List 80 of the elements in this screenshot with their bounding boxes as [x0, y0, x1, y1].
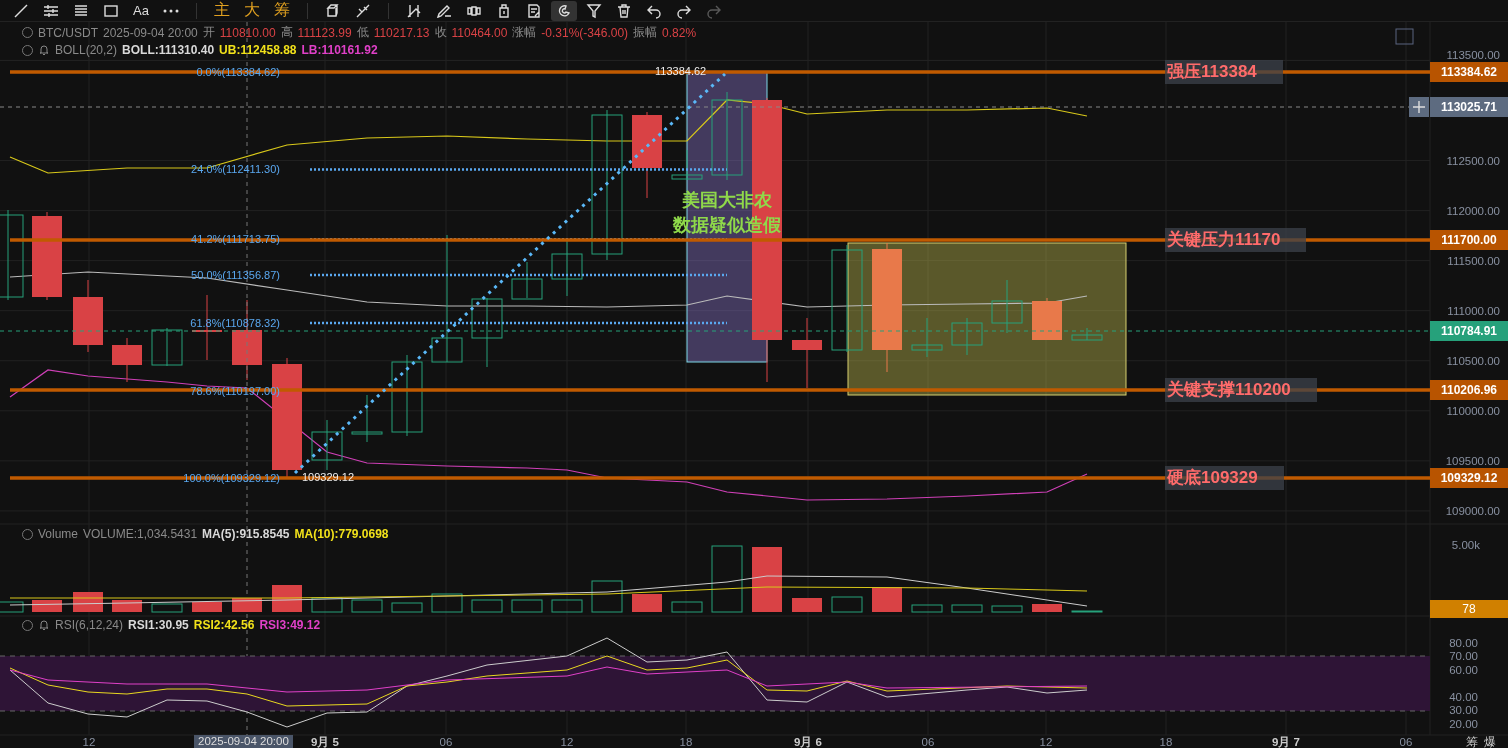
axis-label: 112500.00	[1446, 154, 1500, 167]
price-tag: 110206.96	[1430, 380, 1508, 400]
time-label: 9月 7	[1272, 736, 1300, 748]
price-tag: 113384.62	[1430, 62, 1508, 82]
axis-label: 110500.00	[1446, 354, 1500, 367]
indicator-name: BOLL(20,2)	[55, 43, 118, 57]
indicator-value: VOLUME:1,034.5431	[83, 527, 198, 541]
line-label: 关键压力11170	[1165, 228, 1307, 252]
corner-label[interactable]: 筹	[1466, 734, 1478, 748]
corner-label[interactable]: 爆	[1484, 734, 1496, 748]
axis-label: 60.00	[1449, 664, 1478, 676]
time-label: 12	[1039, 736, 1053, 748]
axis-label: 109000.00	[1445, 504, 1500, 517]
axis-label: 30.00	[1449, 704, 1478, 716]
line-label: 关键支撑110200	[1165, 378, 1317, 402]
ohlc-value: -0.31%(-346.00)	[541, 25, 629, 40]
ohlc-label: 振幅	[633, 24, 658, 41]
time-label: 18	[679, 736, 693, 748]
axis-label: 40.00	[1449, 691, 1478, 703]
fib-level-label: 41.2%(111713.75)	[191, 233, 280, 246]
ohlc-label: 涨幅	[512, 24, 537, 41]
axis-label: 70.00	[1449, 650, 1478, 662]
time-label: 06	[1399, 736, 1413, 748]
ohlc-value: 110217.13	[373, 25, 430, 40]
time-label: 9月 6	[794, 736, 822, 748]
fib-level-label: 0.0%(113384.62)	[196, 66, 280, 78]
toolbar-button[interactable]: 主	[209, 0, 235, 21]
indicator-value: MA(5):915.8545	[202, 527, 290, 541]
fib-high-label: 113384.62	[655, 65, 707, 77]
axis-label: 110000.00	[1446, 404, 1500, 417]
axis-label: 113500.00	[1446, 49, 1500, 62]
axis-label: 20.00	[1449, 718, 1478, 730]
fib-level-label: 100.0%(109329.12)	[183, 471, 280, 484]
indicator-value: MA(10):779.0698	[294, 527, 389, 541]
ohlc-label: 低	[356, 24, 369, 41]
time-label: 12	[560, 736, 574, 748]
volume-tag: 78	[1430, 600, 1508, 618]
time-label: 06	[921, 736, 935, 748]
indicator-value: UB:112458.88	[219, 43, 297, 57]
ohlc-value: 111123.99	[297, 25, 352, 40]
time-label: 2025-09-04 20:00	[103, 25, 198, 40]
toolbar-button[interactable]: 大	[239, 0, 265, 21]
symbol-label: BTC/USDT	[38, 25, 98, 40]
axis-label: 111500.00	[1447, 254, 1500, 267]
line-label: 硬底109329	[1165, 466, 1284, 490]
fib-level-label: 50.0%(111356.87)	[191, 269, 280, 281]
indicator-value: BOLL:111310.40	[122, 43, 215, 57]
indicator-value: RSI1:30.95	[128, 618, 189, 632]
axis-label: 111000.00	[1447, 304, 1500, 317]
indicator-name: RSI(6,12,24)	[55, 618, 124, 632]
indicator-value: LB:110161.92	[301, 43, 378, 57]
time-label: 9月 5	[311, 736, 339, 748]
time-label: 18	[1159, 736, 1173, 748]
axis-label: 5.00k	[1451, 539, 1480, 551]
ohlc-value: 110464.00	[451, 25, 508, 40]
toolbar-button[interactable]: 筹	[269, 0, 295, 21]
price-tag: 109329.12	[1430, 468, 1508, 488]
indicator-value: RSI3:49.12	[259, 618, 321, 632]
toolbar-button[interactable]: Aa	[128, 0, 154, 21]
price-tag: 113025.71	[1430, 97, 1508, 117]
ohlc-label: 开	[202, 24, 215, 41]
ohlc-label: 高	[280, 24, 293, 41]
price-tag: 110784.91	[1430, 321, 1508, 341]
ohlc-value: 0.82%	[662, 25, 697, 40]
price-tag: 111700.00	[1430, 230, 1508, 250]
time-label: 06	[439, 736, 453, 748]
axis-label: 109500.00	[1445, 454, 1500, 467]
fib-level-label: 24.0%(112411.30)	[191, 163, 280, 176]
indicator-name: Volume	[38, 527, 79, 541]
indicator-value: RSI2:42.56	[193, 618, 255, 632]
ohlc-label: 收	[434, 24, 447, 41]
line-label: 强压113384	[1165, 60, 1283, 84]
crosshair-time-label: 2025-09-04 20:00	[194, 735, 293, 748]
time-label: 12	[82, 736, 96, 748]
axis-label: 80.00	[1449, 637, 1478, 649]
fib-level-label: 78.6%(110197.00)	[190, 385, 280, 398]
ohlc-value: 110810.00	[219, 25, 276, 40]
axis-label: 112000.00	[1446, 204, 1500, 217]
fib-level-label: 61.8%(110878.32)	[190, 316, 280, 329]
fib-low-label: 109329.12	[302, 471, 354, 483]
